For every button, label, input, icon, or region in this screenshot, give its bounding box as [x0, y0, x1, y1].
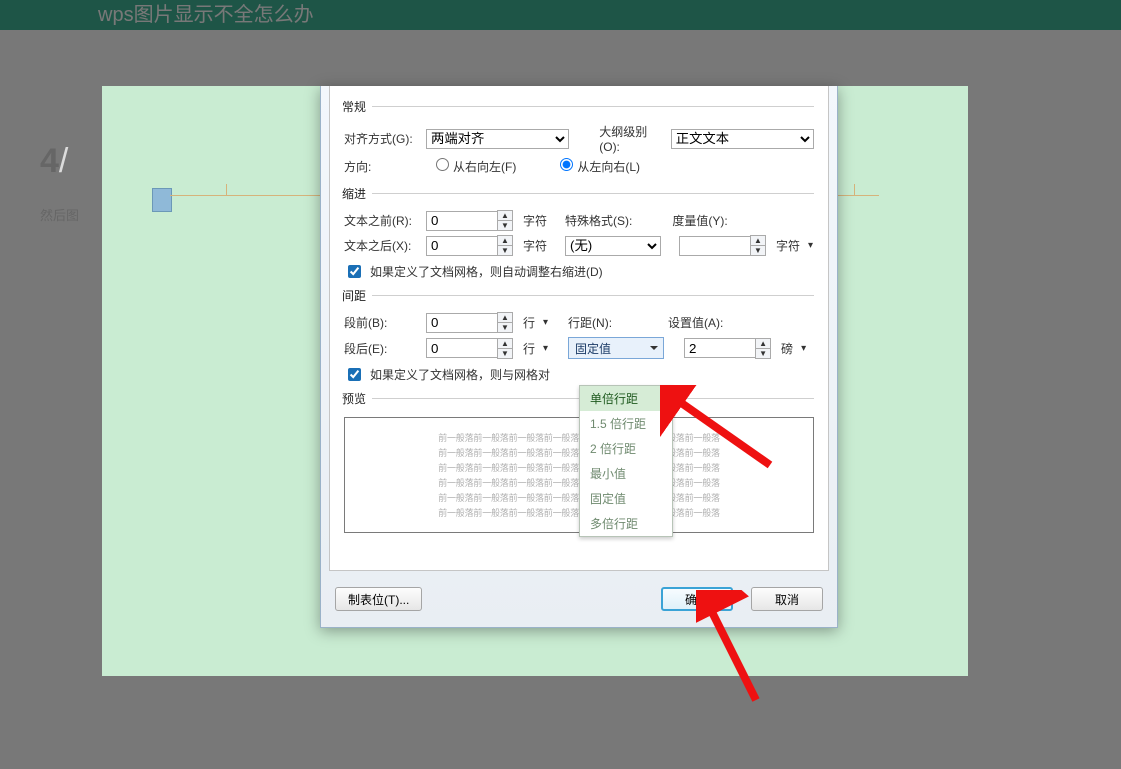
space-after-label: 段后(E): — [344, 340, 420, 357]
chevron-down-icon[interactable]: ▾ — [543, 317, 548, 328]
space-before-unit: 行 — [523, 314, 535, 331]
outline-label: 大纲级别(O): — [599, 123, 665, 154]
space-before-input[interactable] — [426, 313, 497, 333]
setvalue-unit: 磅 — [781, 340, 793, 357]
spin-down-icon[interactable]: ▼ — [498, 322, 512, 332]
side-caption: 然后图 — [40, 205, 79, 224]
dialog-body: 常规 对齐方式(G): 两端对齐 大纲级别(O): 正文文本 方向: 从右向左(… — [329, 86, 829, 571]
indent-before-label: 文本之前(R): — [344, 212, 420, 229]
space-after-unit: 行 — [523, 340, 535, 357]
setvalue-spin[interactable]: ▲▼ — [684, 338, 771, 359]
special-label: 特殊格式(S): — [565, 212, 632, 229]
align-select[interactable]: 两端对齐 — [426, 129, 569, 149]
spin-down-icon[interactable]: ▼ — [498, 348, 512, 358]
spin-down-icon[interactable]: ▼ — [756, 348, 770, 358]
chevron-down-icon[interactable]: ▾ — [543, 343, 548, 354]
metric-unit: 字符 — [776, 237, 800, 254]
spin-down-icon[interactable]: ▼ — [498, 245, 512, 255]
metric-label: 度量值(Y): — [672, 212, 727, 229]
indent-before-spin[interactable]: ▲▼ — [426, 210, 513, 231]
direction-label: 方向: — [344, 158, 420, 175]
spin-up-icon[interactable]: ▲ — [498, 339, 512, 348]
spin-up-icon[interactable]: ▲ — [498, 313, 512, 322]
chevron-down-icon — [647, 341, 661, 355]
document-icon — [152, 188, 172, 212]
section-general: 常规 对齐方式(G): 两端对齐 大纲级别(O): 正文文本 方向: 从右向左(… — [344, 98, 814, 179]
cancel-button[interactable]: 取消 — [751, 587, 823, 611]
ok-button[interactable]: 确定 — [661, 587, 733, 611]
indent-after-input[interactable] — [426, 236, 497, 256]
dropdown-option[interactable]: 1.5 倍行距 — [580, 411, 672, 436]
step-indicator: 4/ — [40, 142, 68, 181]
section-spacing: 间距 段前(B): ▲▼ 行 ▾ 行距(N): 设置值(A): 段后(E): — [344, 287, 814, 384]
spin-up-icon[interactable]: ▲ — [498, 211, 512, 220]
space-after-spin[interactable]: ▲▼ — [426, 338, 513, 359]
chevron-down-icon[interactable]: ▾ — [808, 240, 813, 251]
ruler-left — [170, 195, 320, 197]
space-after-input[interactable] — [426, 338, 497, 358]
line-spacing-select[interactable]: 固定值 — [568, 337, 664, 359]
dropdown-option[interactable]: 多倍行距 — [580, 511, 672, 536]
tabs-button[interactable]: 制表位(T)... — [335, 587, 422, 611]
rtl-radio-label[interactable]: 从右向左(F) — [426, 158, 516, 175]
line-spacing-dropdown[interactable]: 单倍行距 1.5 倍行距 2 倍行距 最小值 固定值 多倍行距 — [579, 385, 673, 537]
outline-select[interactable]: 正文文本 — [671, 129, 814, 149]
spin-down-icon[interactable]: ▼ — [498, 220, 512, 230]
snap-grid-checkbox[interactable] — [348, 368, 361, 381]
metric-input[interactable] — [679, 236, 750, 256]
section-indent: 缩进 文本之前(R): ▲▼ 字符 特殊格式(S): 度量值(Y): 文本之后(… — [344, 185, 814, 281]
paragraph-dialog: 常规 对齐方式(G): 两端对齐 大纲级别(O): 正文文本 方向: 从右向左(… — [320, 86, 838, 628]
indent-after-unit: 字符 — [523, 237, 547, 254]
auto-adjust-checkbox[interactable] — [348, 265, 361, 278]
dropdown-option[interactable]: 2 倍行距 — [580, 436, 672, 461]
dropdown-option[interactable]: 固定值 — [580, 486, 672, 511]
space-before-label: 段前(B): — [344, 314, 420, 331]
section-preview-legend: 预览 — [342, 390, 372, 407]
metric-spin[interactable]: ▲▼ — [679, 235, 766, 256]
indent-before-input[interactable] — [426, 211, 497, 231]
spin-down-icon[interactable]: ▼ — [751, 245, 765, 255]
align-label: 对齐方式(G): — [344, 130, 420, 147]
section-indent-legend: 缩进 — [342, 185, 372, 202]
indent-after-label: 文本之后(X): — [344, 237, 420, 254]
spin-up-icon[interactable]: ▲ — [498, 236, 512, 245]
indent-after-spin[interactable]: ▲▼ — [426, 235, 513, 256]
spin-up-icon[interactable]: ▲ — [756, 339, 770, 348]
section-general-legend: 常规 — [342, 98, 372, 115]
ltr-radio-label[interactable]: 从左向右(L) — [550, 158, 640, 175]
step-sep: / — [59, 142, 68, 180]
space-before-spin[interactable]: ▲▼ — [426, 312, 513, 333]
auto-adjust-check[interactable]: 如果定义了文档网格，则自动调整右缩进(D) — [344, 262, 814, 281]
chevron-down-icon[interactable]: ▾ — [801, 343, 806, 354]
setvalue-label: 设置值(A): — [668, 314, 723, 331]
step-current: 4 — [40, 142, 59, 180]
special-select[interactable]: (无) — [565, 236, 661, 256]
dropdown-option[interactable]: 单倍行距 — [580, 386, 672, 411]
dialog-button-bar: 制表位(T)... 确定 取消 — [329, 579, 829, 619]
ltr-radio[interactable] — [560, 158, 573, 171]
spin-up-icon[interactable]: ▲ — [751, 236, 765, 245]
line-spacing-label: 行距(N): — [568, 314, 612, 331]
rtl-radio[interactable] — [436, 158, 449, 171]
section-spacing-legend: 间距 — [342, 287, 372, 304]
snap-grid-check[interactable]: 如果定义了文档网格，则与网格对 — [344, 365, 814, 384]
dropdown-option[interactable]: 最小值 — [580, 461, 672, 486]
indent-before-unit: 字符 — [523, 212, 547, 229]
setvalue-input[interactable] — [684, 338, 755, 358]
